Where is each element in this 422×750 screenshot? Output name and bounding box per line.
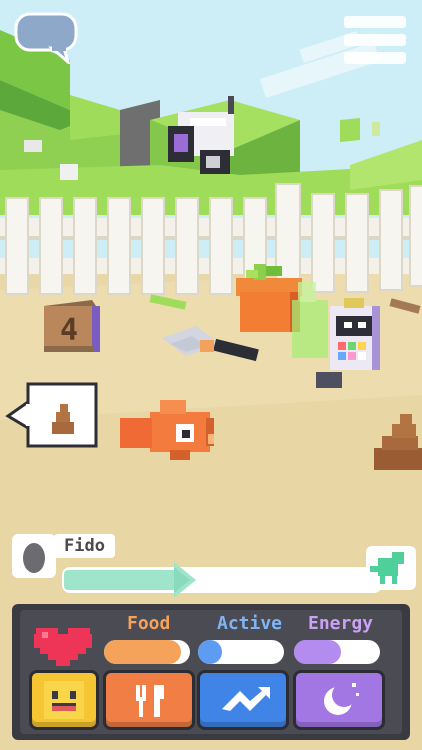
moon-stars-icon <box>324 683 359 715</box>
next-stage-badge[interactable] <box>366 546 416 590</box>
heart-icon <box>34 628 92 666</box>
sleep-button[interactable] <box>296 673 382 727</box>
stat-label-active: Active <box>214 613 286 635</box>
evolution-progress-fill <box>64 570 178 590</box>
food-meter-fill <box>104 640 181 664</box>
feed-button[interactable] <box>106 673 192 727</box>
dino-silhouette-icon <box>370 552 404 584</box>
play-button[interactable] <box>200 673 286 727</box>
evolution-arrow-icon <box>174 562 196 598</box>
energy-meter-fill <box>294 640 341 664</box>
stat-label-food: Food <box>124 613 174 635</box>
pet-name[interactable]: Fido <box>54 534 115 558</box>
fork-knife-icon <box>136 685 164 717</box>
energy-meter <box>294 640 380 664</box>
menu-button[interactable] <box>344 16 406 64</box>
chat-button[interactable] <box>14 12 80 67</box>
smiley-face-icon <box>44 681 84 719</box>
mood-button[interactable] <box>32 673 96 727</box>
block-glyph: 4 <box>60 313 78 348</box>
egg-icon <box>23 543 45 573</box>
egg-stage-badge[interactable] <box>12 534 56 578</box>
speech-bubble-icon <box>14 12 78 67</box>
vending-robot <box>330 298 380 370</box>
active-meter-fill <box>198 640 222 664</box>
jump-arrow-icon <box>222 687 270 711</box>
stat-label-energy: Energy <box>305 613 377 635</box>
gray-tile <box>316 372 342 388</box>
active-meter <box>198 640 284 664</box>
number-block: 4 <box>44 300 100 352</box>
food-meter <box>104 640 190 664</box>
